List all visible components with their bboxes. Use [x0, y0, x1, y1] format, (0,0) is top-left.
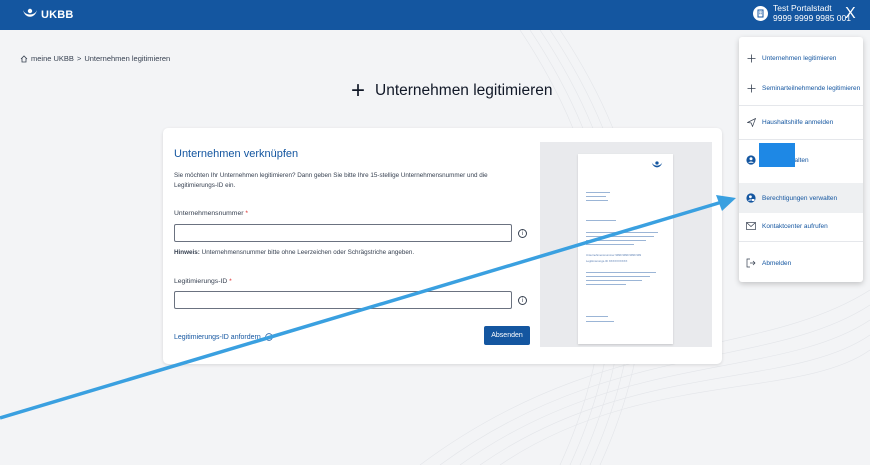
brand-name: UKBB: [41, 9, 74, 21]
company-number-label: Unternehmensnummer *: [174, 210, 249, 217]
home-icon: [20, 54, 28, 62]
info-icon[interactable]: i: [518, 296, 527, 305]
form-intro: Sie möchten Ihr Unternehmen legitimieren…: [174, 172, 488, 189]
document-company-number: Unternehmensnummer 9999 9999 9999 999: [586, 253, 642, 257]
submit-button[interactable]: Absenden: [484, 326, 530, 345]
top-navigation-bar: UKBB Test Portalstadt 9999 9999 9985 001…: [0, 0, 870, 30]
company-link-card: Unternehmen verknüpfen Sie möchten Ihr U…: [163, 128, 722, 364]
form-heading: Unternehmen verknüpfen: [174, 148, 299, 160]
user-account[interactable]: Test Portalstadt 9999 9999 9985 001: [753, 3, 851, 23]
document-sheet: Unternehmensnummer 9999 9999 9999 999 Le…: [578, 154, 673, 344]
menu-item-legitimize-participants[interactable]: Seminarteilnehmende legitimieren: [739, 73, 863, 103]
page-title: + Unternehmen legitimieren: [351, 77, 553, 104]
breadcrumb-separator: >: [76, 54, 82, 63]
menu-item-register-household-help[interactable]: Haushaltshilfe anmelden: [739, 107, 863, 137]
info-icon[interactable]: i: [518, 229, 527, 238]
user-dropdown-menu: Unternehmen legitimieren Seminarteilnehm…: [739, 37, 863, 282]
plus-icon: [746, 53, 756, 63]
user-lock-icon: [746, 193, 756, 203]
logout-icon: [746, 258, 756, 268]
plus-icon: +: [351, 77, 366, 104]
ukbb-logo-icon: [651, 161, 663, 168]
legitimation-id-label: Legitimierungs-ID *: [174, 278, 232, 285]
user-id: 9999 9999 9985 001: [773, 13, 851, 23]
breadcrumb-current: Unternehmen legitimieren: [84, 54, 171, 63]
building-icon: [753, 5, 768, 21]
menu-item-manage-account[interactable]: Konto verwalten: [739, 145, 863, 175]
legitimation-id-input[interactable]: [174, 291, 512, 309]
menu-item-manage-permissions[interactable]: Berechtigungen verwalten: [739, 183, 863, 213]
close-menu-button[interactable]: X: [845, 6, 856, 22]
breadcrumb: meine UKBB > Unternehmen legitimieren: [20, 54, 170, 63]
user-circle-icon: [746, 155, 756, 165]
mail-icon: [746, 221, 756, 231]
breadcrumb-home-link[interactable]: meine UKBB: [31, 54, 74, 63]
document-legitimation-id: Legitimierungs-ID XXXXXXXXXX: [586, 259, 628, 263]
ukbb-logo-icon: [23, 8, 37, 17]
ukbb-logo[interactable]: UKBB: [22, 8, 74, 22]
menu-item-legitimize-company[interactable]: Unternehmen legitimieren: [739, 43, 863, 73]
company-number-hint: Hinweis: Unternehmensnummer bitte ohne L…: [174, 249, 415, 256]
document-preview: Unternehmensnummer 9999 9999 9999 999 Le…: [540, 142, 712, 347]
menu-item-contact-center[interactable]: Kontaktcenter aufrufen: [739, 211, 863, 241]
page-title-text: Unternehmen legitimieren: [375, 82, 553, 99]
arrow-circle-icon: [265, 333, 273, 341]
menu-item-logout[interactable]: Abmelden: [739, 248, 863, 278]
send-icon: [746, 117, 756, 127]
request-id-link[interactable]: Legitimierungs-ID anfordern: [174, 333, 273, 341]
plus-icon: [746, 83, 756, 93]
user-name: Test Portalstadt: [773, 3, 832, 13]
company-number-input[interactable]: [174, 224, 512, 242]
redaction-box: [759, 143, 795, 167]
